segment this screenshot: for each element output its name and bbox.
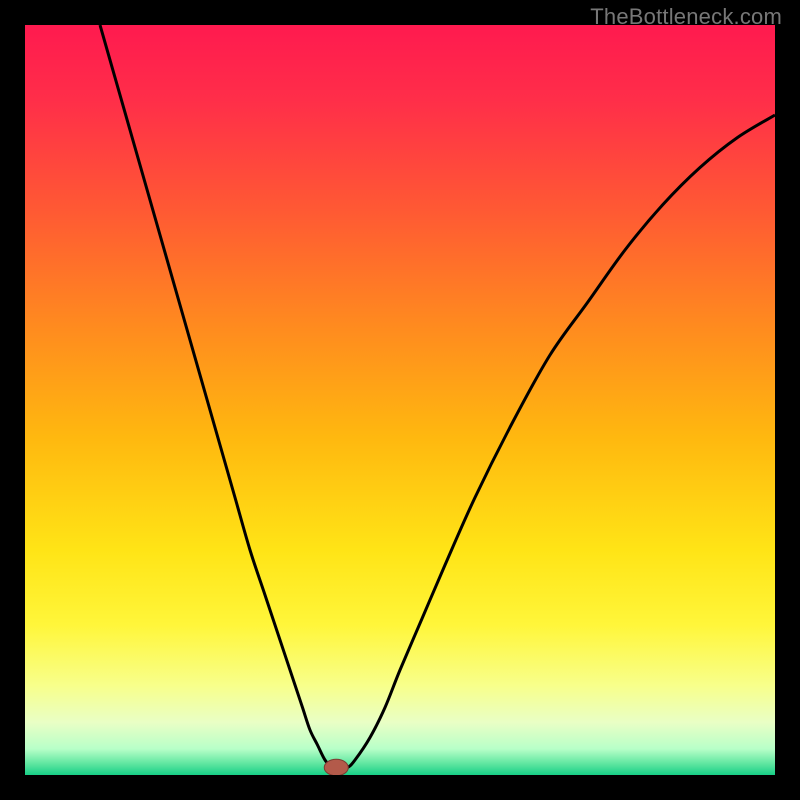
watermark-text: TheBottleneck.com [590,4,782,30]
bottleneck-chart [25,25,775,775]
plot-area [25,25,775,775]
gradient-background [25,25,775,775]
optimal-point-marker [324,759,348,775]
chart-frame: TheBottleneck.com [0,0,800,800]
